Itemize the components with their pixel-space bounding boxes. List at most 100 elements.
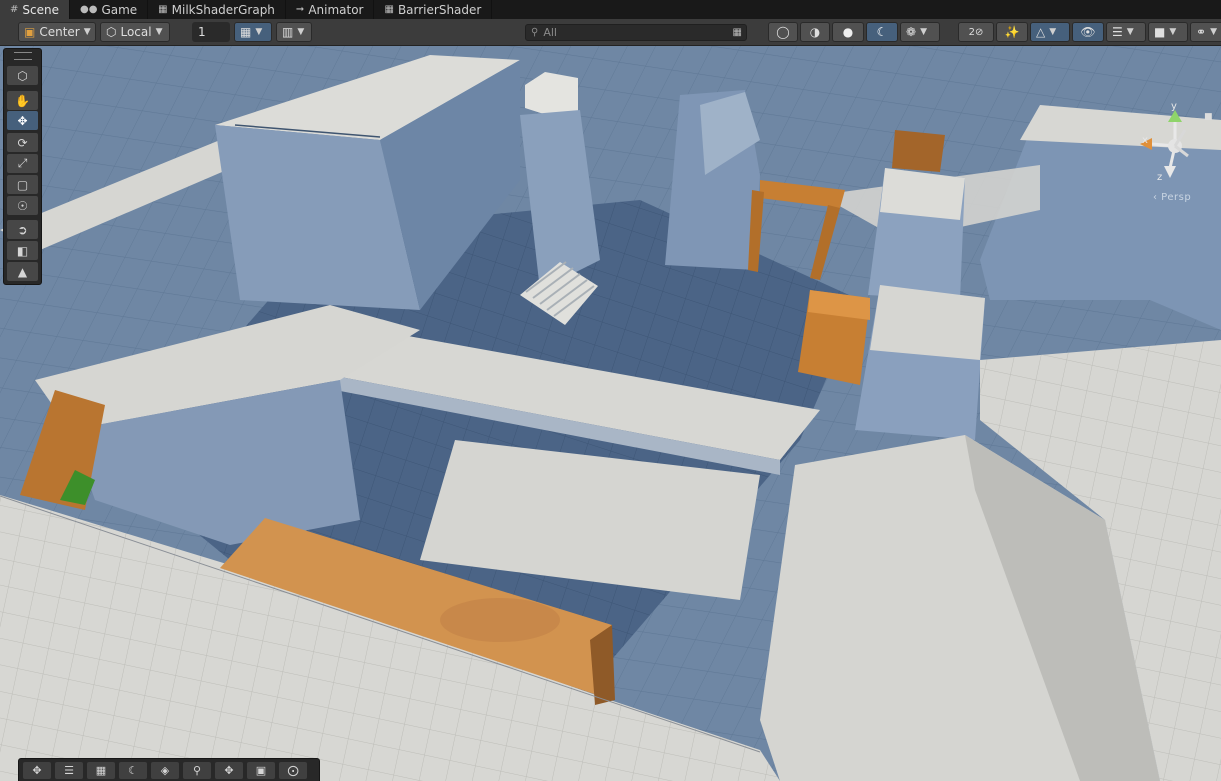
probuilder-icon: ◧ [16, 243, 29, 258]
custom-tool-icon: ➲ [17, 222, 28, 237]
move-overlay-button[interactable]: ✥ [23, 762, 51, 779]
lock-icon[interactable]: ■ [1204, 112, 1213, 122]
animator-icon: ➞ [295, 4, 305, 15]
move-arrows-icon: ✥ [17, 113, 28, 128]
gizmos-dropdown[interactable]: ⚭ ▼ [1190, 22, 1221, 42]
scene-effects-dropdown[interactable]: △ ▼ [1030, 22, 1070, 42]
pivot-overlay-button[interactable]: ✥ [215, 762, 243, 779]
zoom-overlay-button[interactable]: ⚲ [183, 762, 211, 779]
align-icon: ☰ [64, 764, 74, 777]
shading-shaded-button[interactable]: ☾ [866, 22, 898, 42]
shading-overlay-button[interactable]: ☾ [119, 762, 147, 779]
snap-increment-input[interactable]: 1 [192, 22, 230, 42]
terrain-tool-button[interactable]: ▲ [7, 262, 38, 281]
scene-tools-overlay: ⬡ ✋ ✥ ⟳ ⤢ ▢ ☉ ➲ ◧ ▲ [3, 48, 42, 285]
increment-snap-dropdown[interactable]: ▥ ▼ [276, 22, 312, 42]
probuilder-tool-button[interactable]: ◧ [7, 241, 38, 260]
half-sphere-icon: ◑ [809, 25, 821, 39]
scene-orientation-gizmo[interactable]: y x z ■ [1130, 101, 1220, 204]
tab-milkshadergraph[interactable]: ▦ MilkShaderGraph [148, 0, 286, 19]
bug-icon: ❁ [906, 25, 917, 39]
wireframe-sphere-icon: ◯ [776, 25, 790, 39]
chevron-down-icon: ▼ [1049, 27, 1057, 37]
projection-label[interactable]: ‹ Persp [1153, 192, 1191, 203]
shading-wireframe-button[interactable]: ◯ [768, 22, 798, 42]
camera-icon: ▣ [255, 764, 267, 777]
layers-dropdown[interactable]: ☰ ▼ [1106, 22, 1146, 42]
shading-shaded-wireframe-button[interactable]: ◑ [800, 22, 830, 42]
drag-handle-icon[interactable] [14, 52, 32, 60]
local-cube-icon: ⬡ [106, 25, 117, 39]
scene-toolbar: ▣ Center ▼ ⬡ Local ▼ 1 ▦ ▼ ▥ ▼ ⚲ All ▦ ◯… [0, 19, 1221, 46]
moon-sphere-icon: ☾ [876, 25, 888, 39]
2d-toggle-button[interactable]: 2⊘ [958, 22, 994, 42]
grid-overlay-button[interactable]: ▦ [87, 762, 115, 779]
tab-game[interactable]: ●● Game [70, 0, 149, 19]
solid-sphere-icon: ● [842, 25, 854, 39]
camera-settings-dropdown[interactable]: ■ ▼ [1148, 22, 1188, 42]
chevron-down-icon: ▼ [1210, 27, 1217, 37]
chevron-down-icon: ▼ [1169, 27, 1177, 37]
hand-tool-button[interactable]: ✋ [7, 91, 38, 110]
gamepad-icon: ●● [79, 4, 98, 15]
layers-effects-icon: △ [1036, 25, 1046, 39]
z-axis-label: z [1157, 172, 1163, 183]
scene-visibility-toggle[interactable]: 👁 [1072, 22, 1104, 42]
editor-tab-bar: # Scene ●● Game ▦ MilkShaderGraph ➞ Animator… [0, 0, 1221, 19]
grid-snap-icon: ▦ [240, 25, 252, 39]
chevron-down-icon: ▼ [297, 27, 305, 37]
debug-draw-mode-dropdown[interactable]: ❁ ▼ [900, 22, 940, 42]
search-icon: ⚲ [531, 27, 539, 38]
custom-tool-button[interactable]: ➲ [7, 220, 38, 239]
grid-icon: # [10, 4, 19, 15]
pivot-rotation-dropdown[interactable]: ⬡ Local ▼ [100, 22, 170, 42]
chevron-down-icon: ▼ [920, 27, 927, 37]
tab-animator[interactable]: ➞ Animator [286, 0, 375, 19]
shadergraph-icon: ▦ [158, 4, 168, 15]
view-cube-button[interactable]: ⬡ [7, 66, 38, 85]
rotate-icon: ⟳ [17, 135, 28, 150]
move-arrows-icon: ✥ [32, 764, 42, 777]
search-filter-icon[interactable]: ▦ [733, 27, 742, 38]
chevron-down-icon: ▼ [83, 27, 91, 37]
transform-icon: ☉ [17, 198, 28, 213]
layers-icon: ☰ [1112, 25, 1123, 39]
hierarchy-search-input[interactable]: ⚲ All ▦ [525, 24, 747, 41]
2d-icon: 2⊘ [968, 26, 984, 38]
rotate-tool-button[interactable]: ⟳ [7, 133, 38, 152]
layers-overlay-button[interactable]: ◈ [151, 762, 179, 779]
cube-icon: ⬡ [17, 68, 28, 83]
light-off-icon: ✨ [1004, 25, 1020, 39]
gizmo-globe-icon: ⚭ [1196, 25, 1207, 39]
camera-overlay-button[interactable]: ▣ [247, 762, 275, 779]
tab-scene[interactable]: # Scene [0, 0, 70, 19]
rect-tool-button[interactable]: ▢ [7, 175, 38, 194]
navigation-overlay-button[interactable]: ⨀ [279, 762, 307, 779]
y-axis-label: y [1171, 101, 1177, 112]
camera-icon: ■ [1154, 25, 1166, 39]
shading-unlit-button[interactable]: ● [832, 22, 864, 42]
shadergraph-icon: ▦ [384, 4, 394, 15]
align-overlay-button[interactable]: ☰ [55, 762, 83, 779]
compass-icon: ⨀ [287, 764, 299, 777]
chevron-down-icon: ▼ [1126, 27, 1134, 37]
tab-barriershader[interactable]: ▦ BarrierShader [374, 0, 493, 19]
scene-render [0, 46, 1221, 781]
rect-icon: ▢ [16, 177, 29, 192]
scene-viewport[interactable]: y x z ■ ‹ Persp [0, 46, 1221, 781]
chevron-down-icon: ▼ [255, 27, 263, 37]
search-icon: ⚲ [192, 764, 202, 777]
transform-tool-button[interactable]: ☉ [7, 196, 38, 215]
chevron-down-icon: ▼ [155, 27, 163, 37]
pivot-icon: ✥ [224, 764, 234, 777]
scale-icon: ⤢ [17, 156, 28, 170]
lighting-toggle-button[interactable]: ✨ [996, 22, 1028, 42]
move-tool-button[interactable]: ✥ [7, 111, 38, 130]
hand-icon: ✋ [15, 93, 30, 108]
pivot-icon: ▣ [24, 25, 36, 39]
grid-snap-toggle[interactable]: ▦ ▼ [234, 22, 272, 42]
pivot-mode-dropdown[interactable]: ▣ Center ▼ [18, 22, 96, 42]
scale-tool-button[interactable]: ⤢ [7, 154, 38, 173]
scene-bottom-overlay: ✥ ☰ ▦ ☾ ◈ ⚲ ✥ ▣ ⨀ [18, 758, 320, 781]
grid-icon: ▦ [95, 764, 107, 777]
